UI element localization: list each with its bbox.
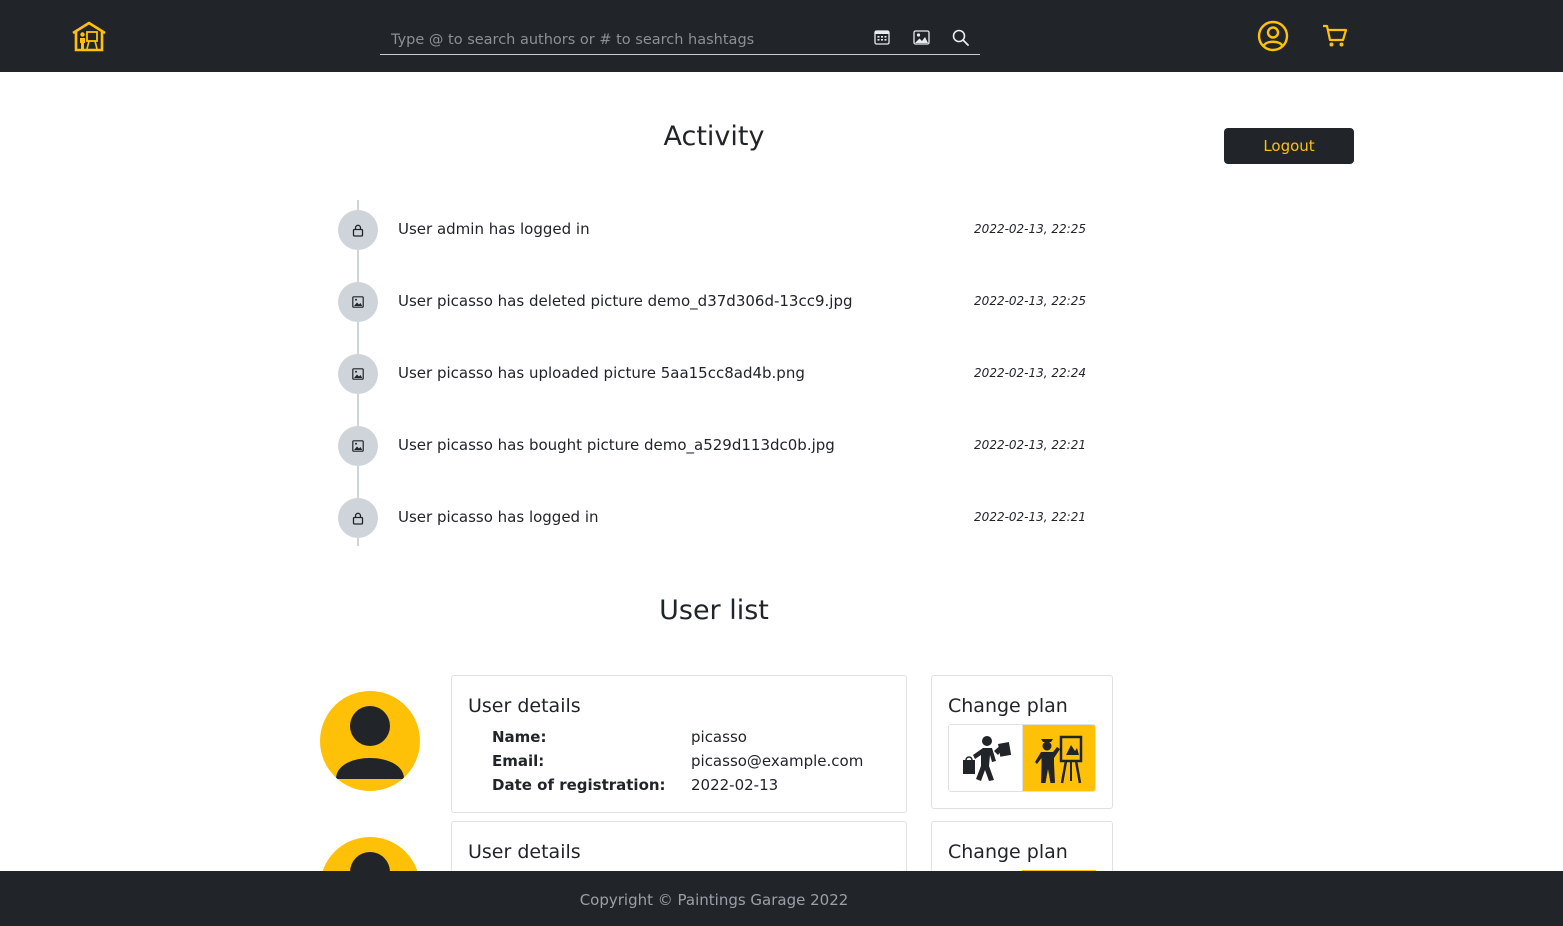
logout-button[interactable]: Logout	[1224, 128, 1354, 164]
activity-time: 2022-02-13, 22:25	[974, 222, 1086, 236]
name-value: picasso	[691, 728, 747, 746]
activity-text: User admin has logged in	[398, 220, 590, 238]
painter-icon[interactable]	[1023, 725, 1095, 791]
change-plan-title: Change plan	[948, 841, 1068, 863]
calendar-icon[interactable]	[872, 27, 892, 47]
activity-item: User picasso has logged in 2022-02-13, 2…	[338, 498, 1098, 538]
activity-item: User picasso has bought picture demo_a52…	[338, 426, 1098, 466]
image-icon	[338, 426, 378, 466]
cart-icon[interactable]	[1322, 23, 1348, 49]
user-circle-icon[interactable]	[1257, 20, 1289, 52]
activity-item: User picasso has uploaded picture 5aa15c…	[338, 354, 1098, 394]
footer: Copyright © Paintings Garage 2022	[0, 871, 1563, 926]
registration-date-value: 2022-02-13	[691, 776, 779, 794]
image-icon[interactable]	[911, 27, 931, 47]
activity-heading: Activity	[663, 121, 765, 152]
paintings-garage-house-icon[interactable]	[71, 20, 107, 52]
change-plan-card: Change plan	[931, 675, 1113, 809]
user-list-heading: User list	[659, 595, 769, 626]
image-icon	[338, 354, 378, 394]
email-value: picasso@example.com	[691, 752, 864, 770]
avatar	[320, 691, 420, 791]
activity-item: User picasso has deleted picture demo_d3…	[338, 282, 1098, 322]
plan-toggle-group	[948, 724, 1096, 792]
email-label: Email:	[492, 752, 545, 770]
user-details-title: User details	[468, 695, 581, 717]
search-bar	[380, 22, 980, 55]
activity-time: 2022-02-13, 22:21	[974, 510, 1086, 524]
activity-text: User picasso has bought picture demo_a52…	[398, 436, 835, 454]
buyer-icon[interactable]	[949, 725, 1023, 791]
lock-icon	[338, 210, 378, 250]
user-details-card: User details Name: picasso Email: picass…	[451, 675, 907, 813]
activity-item: User admin has logged in 2022-02-13, 22:…	[338, 210, 1098, 250]
user-details-title: User details	[468, 841, 581, 863]
activity-text: User picasso has uploaded picture 5aa15c…	[398, 364, 805, 382]
search-icon[interactable]	[950, 27, 970, 47]
name-label: Name:	[492, 728, 547, 746]
copyright-text: Copyright © Paintings Garage 2022	[579, 891, 849, 909]
top-navbar	[0, 0, 1563, 72]
activity-time: 2022-02-13, 22:21	[974, 438, 1086, 452]
activity-text: User picasso has deleted picture demo_d3…	[398, 292, 853, 310]
activity-time: 2022-02-13, 22:24	[974, 366, 1086, 380]
activity-text: User picasso has logged in	[398, 508, 599, 526]
search-input[interactable]	[380, 22, 850, 54]
image-icon	[338, 282, 378, 322]
registration-date-label: Date of registration:	[492, 776, 666, 794]
activity-time: 2022-02-13, 22:25	[974, 294, 1086, 308]
change-plan-title: Change plan	[948, 695, 1068, 717]
lock-icon	[338, 498, 378, 538]
